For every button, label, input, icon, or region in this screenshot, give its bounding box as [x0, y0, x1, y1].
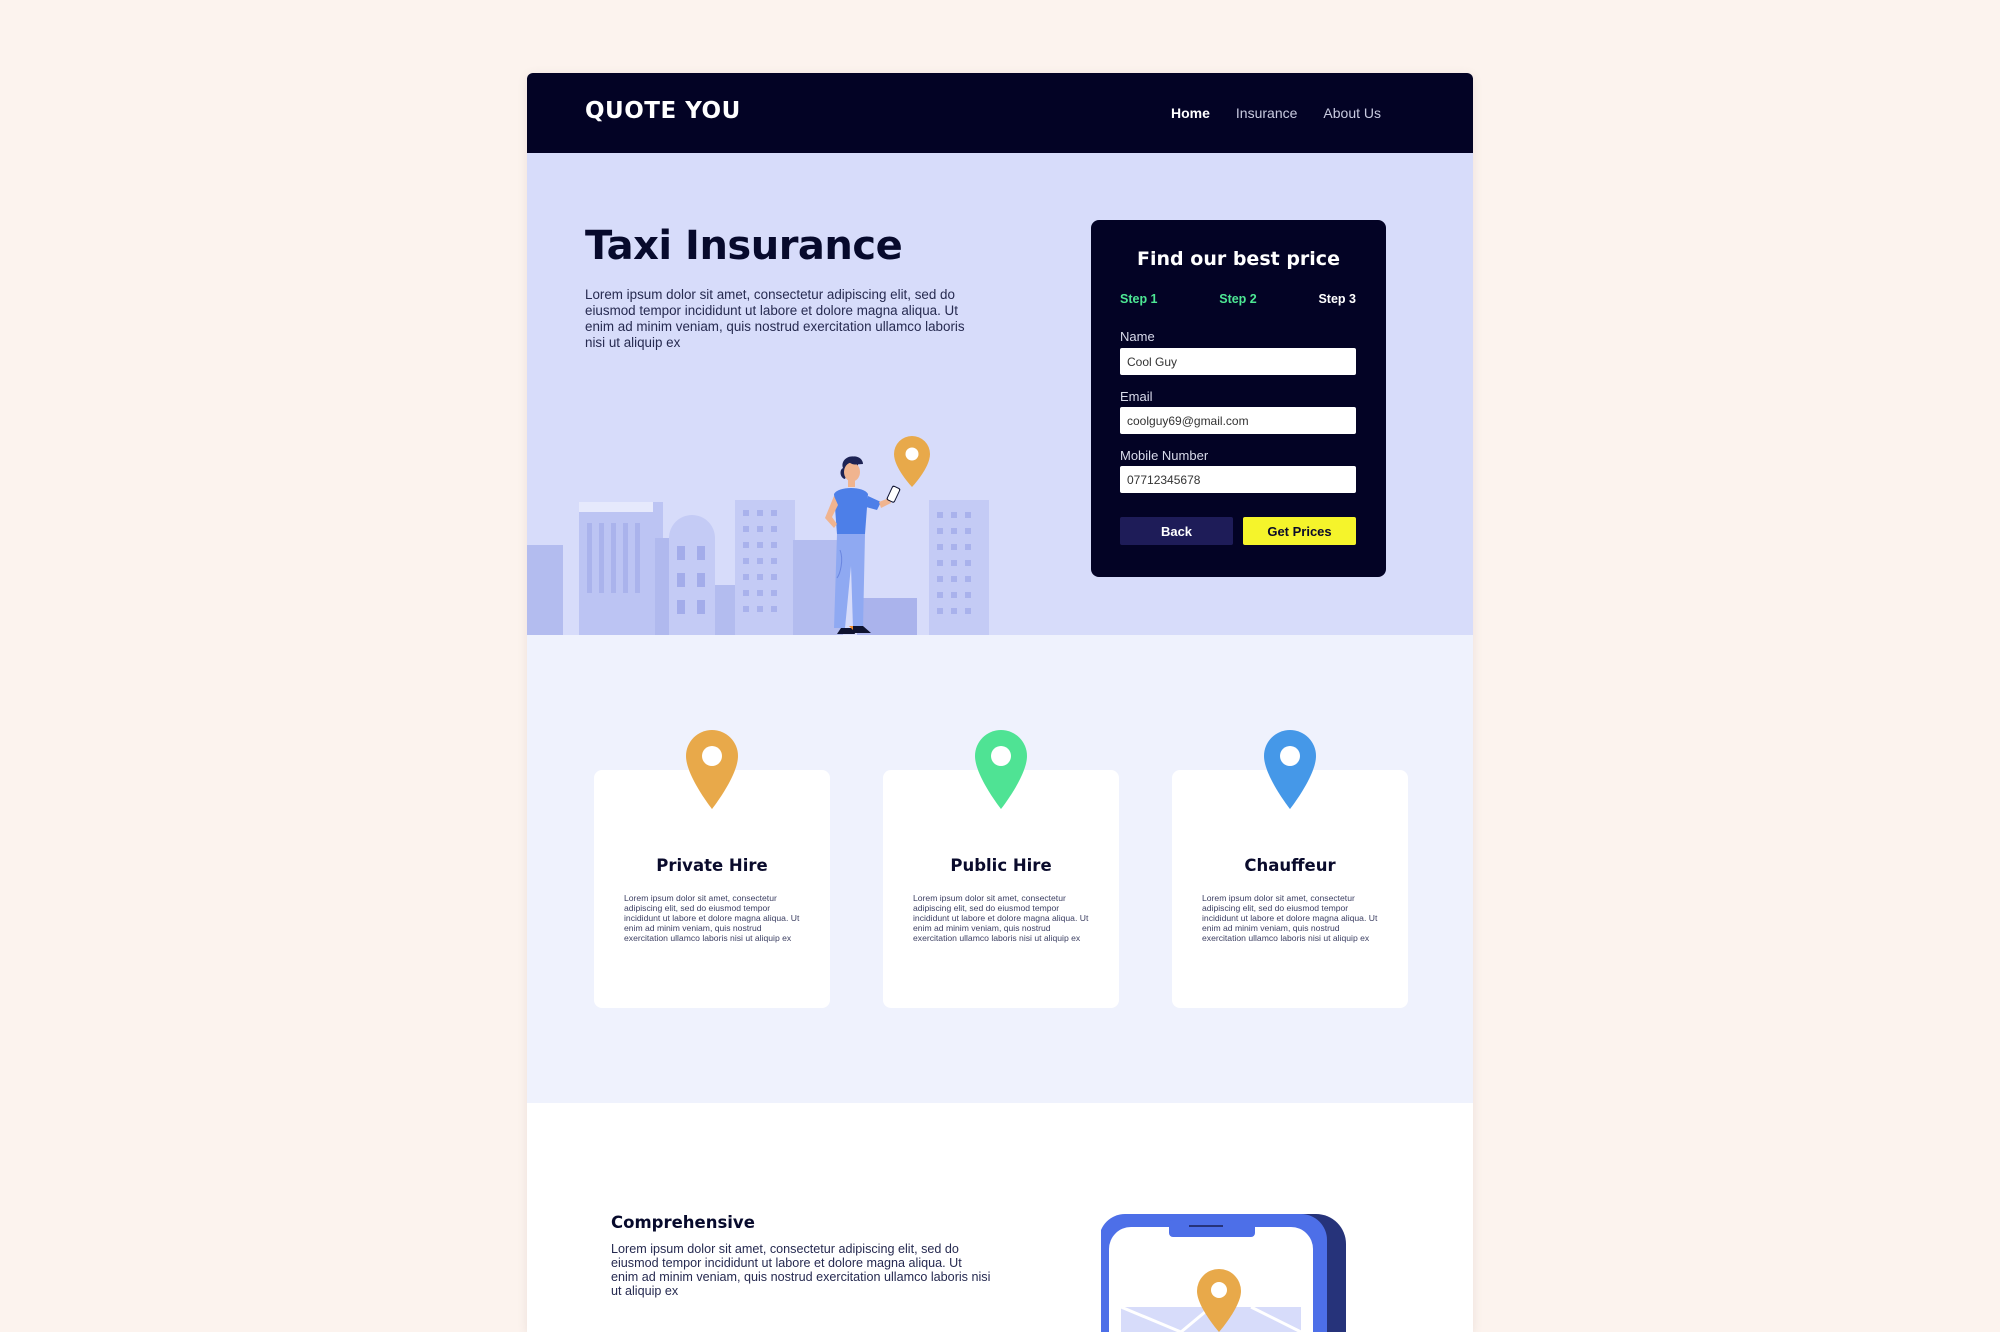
nav-link-insurance[interactable]: Insurance [1236, 105, 1297, 121]
quote-form: Find our best price Step 1 Step 2 Step 3… [1091, 220, 1386, 577]
location-pin-icon [894, 436, 930, 487]
card-description: Lorem ipsum dolor sit amet, consectetur … [1202, 893, 1378, 943]
nav-link-about-us[interactable]: About Us [1323, 105, 1381, 121]
mobile-number-label: Mobile Number [1120, 448, 1209, 463]
step-1[interactable]: Step 1 [1120, 292, 1158, 306]
top-navigation: QUOTE YOU Home Insurance About Us [527, 73, 1473, 153]
back-button[interactable]: Back [1120, 517, 1233, 545]
nav-links: Home Insurance About Us [1171, 105, 1381, 121]
insurance-types-section: Private Hire Lorem ipsum dolor sit amet,… [527, 635, 1473, 1103]
name-input[interactable] [1120, 348, 1356, 375]
card-description: Lorem ipsum dolor sit amet, consectetur … [624, 893, 800, 943]
comprehensive-section: Comprehensive Lorem ipsum dolor sit amet… [527, 1103, 1473, 1332]
hero-description: Lorem ipsum dolor sit amet, consectetur … [585, 287, 965, 350]
card-description: Lorem ipsum dolor sit amet, consectetur … [913, 893, 1089, 943]
website-mockup: QUOTE YOU Home Insurance About Us Taxi I… [527, 73, 1473, 1332]
page-title: Taxi Insurance [585, 223, 903, 269]
mobile-number-input[interactable] [1120, 466, 1356, 493]
card-title: Chauffeur [1244, 856, 1336, 875]
step-2[interactable]: Step 2 [1219, 292, 1257, 306]
orange-location-pin-icon [686, 730, 738, 809]
step-indicator: Step 1 Step 2 Step 3 [1120, 292, 1356, 306]
step-3[interactable]: Step 3 [1318, 292, 1356, 306]
section-description: Lorem ipsum dolor sit amet, consectetur … [611, 1242, 991, 1298]
green-location-pin-icon [975, 730, 1027, 809]
name-label: Name [1120, 329, 1155, 344]
section-title: Comprehensive [611, 1213, 755, 1232]
email-input[interactable] [1120, 407, 1356, 434]
city-illustration [527, 436, 989, 635]
email-label: Email [1120, 389, 1153, 404]
nav-link-home[interactable]: Home [1171, 105, 1210, 121]
form-title: Find our best price [1137, 248, 1340, 270]
get-prices-button[interactable]: Get Prices [1243, 517, 1356, 545]
hero-section: Taxi Insurance Lorem ipsum dolor sit ame… [527, 153, 1473, 635]
site-logo[interactable]: QUOTE YOU [585, 98, 741, 124]
card-title: Private Hire [656, 856, 768, 875]
phone-map-illustration [1101, 1214, 1346, 1332]
card-title: Public Hire [950, 856, 1052, 875]
blue-location-pin-icon [1264, 730, 1316, 809]
